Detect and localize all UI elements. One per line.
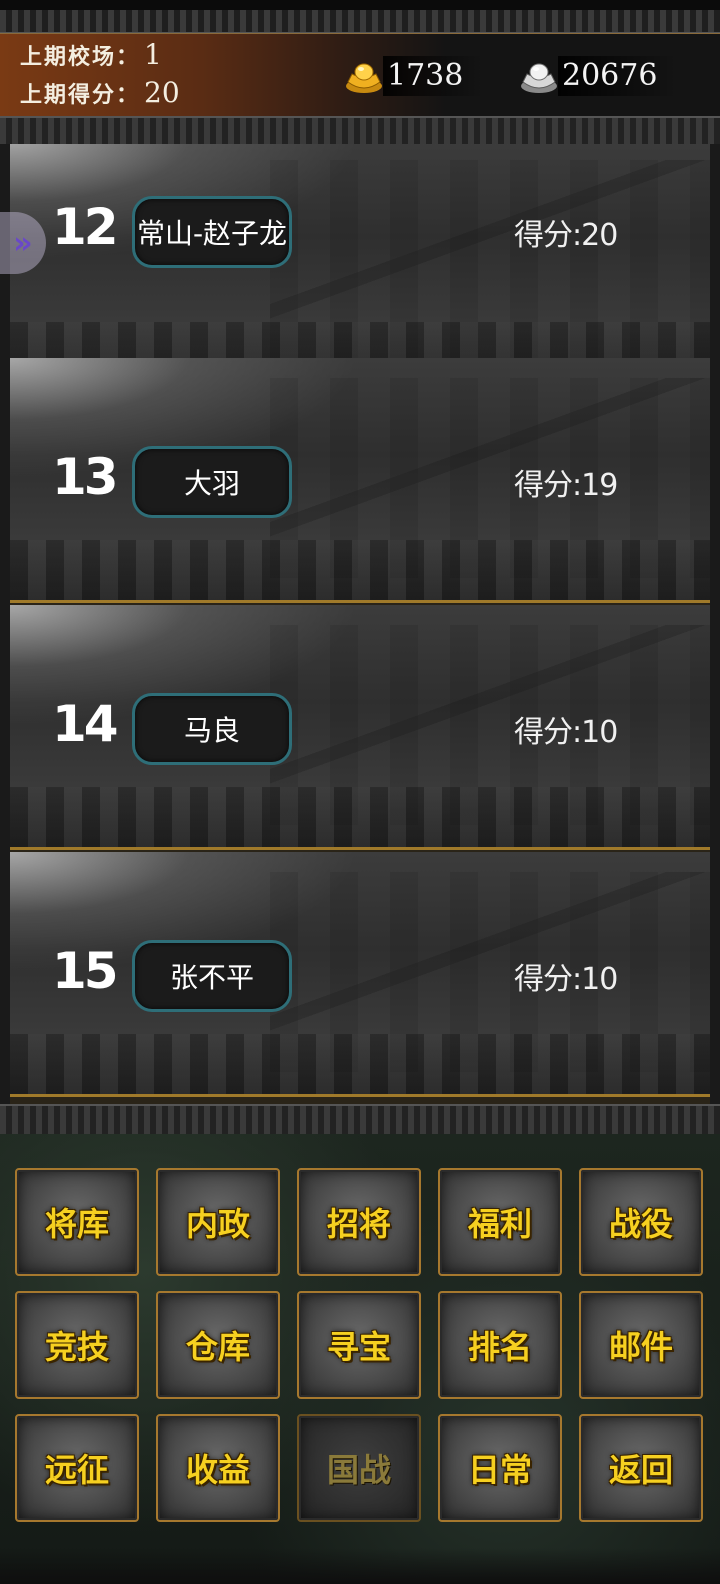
ranking-row[interactable]: 14 马良 得分:10 bbox=[10, 605, 710, 850]
mail-button[interactable]: 邮件 bbox=[579, 1291, 703, 1399]
list-left-frame bbox=[0, 144, 10, 1104]
daily-button[interactable]: 日常 bbox=[438, 1414, 562, 1522]
rank-number: 14 bbox=[52, 695, 119, 753]
ranking-button[interactable]: 排名 bbox=[438, 1291, 562, 1399]
player-name-pill[interactable]: 大羽 bbox=[132, 446, 292, 518]
generals-storage-button[interactable]: 将库 bbox=[15, 1168, 139, 1276]
income-button[interactable]: 收益 bbox=[156, 1414, 280, 1522]
player-score: 得分:19 bbox=[514, 468, 618, 503]
ranking-row[interactable]: 15 张不平 得分:10 bbox=[10, 852, 710, 1097]
back-button[interactable]: 返回 bbox=[579, 1414, 703, 1522]
ranking-list[interactable]: 12 常山-赵子龙 得分:20 13 大羽 得分:19 14 马良 得分:10 … bbox=[10, 144, 710, 1104]
last-arena-label: 上期校场 bbox=[20, 44, 117, 70]
rank-number: 15 bbox=[52, 942, 119, 1000]
rank-number: 13 bbox=[52, 448, 119, 506]
header-bottom-border bbox=[0, 116, 720, 146]
bottom-edge bbox=[0, 1548, 720, 1584]
last-arena-value: 1 bbox=[144, 38, 162, 71]
silver-currency: 20676 bbox=[520, 56, 678, 96]
list-right-frame bbox=[710, 144, 720, 1104]
campaign-button[interactable]: 战役 bbox=[579, 1168, 703, 1276]
player-score: 得分:10 bbox=[514, 715, 618, 750]
player-score: 得分:20 bbox=[514, 218, 618, 253]
last-score-value: 20 bbox=[144, 76, 180, 109]
player-name-pill[interactable]: 张不平 bbox=[132, 940, 292, 1012]
top-decorative-border bbox=[0, 0, 720, 34]
menu-top-border bbox=[0, 1104, 720, 1136]
warehouse-button[interactable]: 仓库 bbox=[156, 1291, 280, 1399]
treasure-hunt-button[interactable]: 寻宝 bbox=[297, 1291, 421, 1399]
national-war-button[interactable]: 国战 bbox=[297, 1414, 421, 1522]
expedition-button[interactable]: 远征 bbox=[15, 1414, 139, 1522]
arena-button[interactable]: 竞技 bbox=[15, 1291, 139, 1399]
double-chevron-right-icon: » bbox=[13, 225, 33, 261]
gold-ingot-icon bbox=[345, 60, 383, 93]
internal-affairs-button[interactable]: 内政 bbox=[156, 1168, 280, 1276]
player-name-pill[interactable]: 常山-赵子龙 bbox=[132, 196, 292, 268]
recruit-generals-button[interactable]: 招将 bbox=[297, 1168, 421, 1276]
gold-currency: 1738 bbox=[345, 56, 484, 96]
ranking-row[interactable]: 12 常山-赵子龙 得分:20 bbox=[10, 144, 710, 385]
silver-ingot-icon bbox=[520, 60, 558, 93]
welfare-button[interactable]: 福利 bbox=[438, 1168, 562, 1276]
player-name-pill[interactable]: 马良 bbox=[132, 693, 292, 765]
player-score: 得分:10 bbox=[514, 962, 618, 997]
silver-amount: 20676 bbox=[558, 56, 678, 96]
ranking-row[interactable]: 13 大羽 得分:19 bbox=[10, 358, 710, 603]
last-score-line: 上期得分： 20 bbox=[20, 76, 180, 109]
last-score-label: 上期得分 bbox=[20, 82, 117, 108]
header-bar: 上期校场： 1 上期得分： 20 1738 20676 bbox=[0, 33, 720, 117]
last-arena-line: 上期校场： 1 bbox=[20, 38, 162, 71]
rank-number: 12 bbox=[52, 198, 119, 256]
gold-amount: 1738 bbox=[383, 56, 484, 96]
